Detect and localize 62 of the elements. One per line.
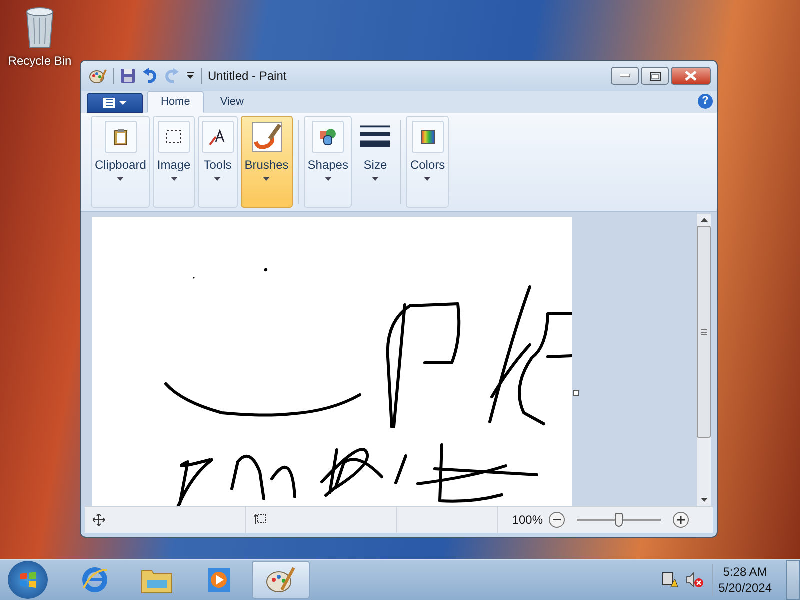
desktop-icon-label[interactable]: Recycle Bin [8,54,72,68]
close-icon [685,71,697,81]
scroll-down-icon[interactable] [700,498,708,502]
zoom-in-button[interactable] [673,512,689,528]
paint-taskbar-button[interactable] [252,561,310,599]
zoom-out-button[interactable] [549,512,565,528]
vertical-scrollbar[interactable] [697,214,711,506]
brush-icon [252,122,282,152]
start-button[interactable] [8,561,48,599]
menu-icon [102,98,128,108]
caret-icon [214,177,222,181]
scroll-up-icon[interactable] [700,218,708,222]
caret-icon [117,177,124,181]
play-icon [207,567,231,593]
minus-icon [553,519,561,521]
grip-icon [701,328,707,336]
globe-e-icon [81,566,109,594]
save-icon[interactable] [120,68,136,84]
ribbon-group-button[interactable]: Tools [198,116,238,208]
color-palette-icon [420,130,435,144]
minimize-button[interactable] [611,67,639,85]
palette-icon [266,566,296,594]
cursor-position-icon [93,514,105,526]
palette-icon[interactable] [89,68,107,84]
selection-size-icon [254,514,267,526]
minimize-icon [620,74,630,78]
ribbon-tab[interactable]: View [206,91,258,113]
ribbon-group-button[interactable]: Shapes [304,116,352,208]
windows-flag-icon [18,570,38,590]
dropdown-arrow-icon[interactable] [186,71,195,81]
caret-icon [263,177,270,181]
ribbon-group-button[interactable]: Size [355,116,396,208]
caret-icon [170,177,178,181]
caret-icon [324,177,332,181]
window-title: Untitled - Paint [208,69,287,83]
ribbon-tab[interactable]: Home [147,91,204,113]
ribbon-group-button[interactable]: Colors [406,116,450,208]
caret-icon [424,177,432,181]
speaker-muted-icon[interactable] [686,572,704,588]
clock[interactable]: 5:28 AM 5/20/2024 [712,564,778,596]
maximize-button[interactable] [641,67,669,85]
ribbon-group-button[interactable]: Image [153,116,195,208]
line-width-icon [360,124,390,150]
resize-handle[interactable] [573,390,579,396]
drawing-canvas[interactable] [92,217,572,506]
plus-icon [677,516,685,524]
network-warning-icon[interactable] [662,572,678,588]
clock-time: 5:28 AM [723,564,768,580]
zoom-level: 100% [512,513,543,527]
caret-icon [372,177,379,181]
undo-icon[interactable] [142,68,158,84]
clock-date: 5/20/2024 [718,580,772,596]
ribbon-group-button[interactable]: Clipboard [91,116,150,208]
ribbon-group-button[interactable]: Brushes [240,116,293,208]
text-tools-icon [208,128,227,146]
shapes-icon [319,128,338,146]
clipboard-icon [114,128,128,146]
help-button[interactable]: ? [698,94,713,109]
maximize-icon [650,72,660,80]
selection-icon [166,130,182,144]
application-menu-button[interactable] [87,93,143,113]
close-button[interactable] [671,67,711,85]
